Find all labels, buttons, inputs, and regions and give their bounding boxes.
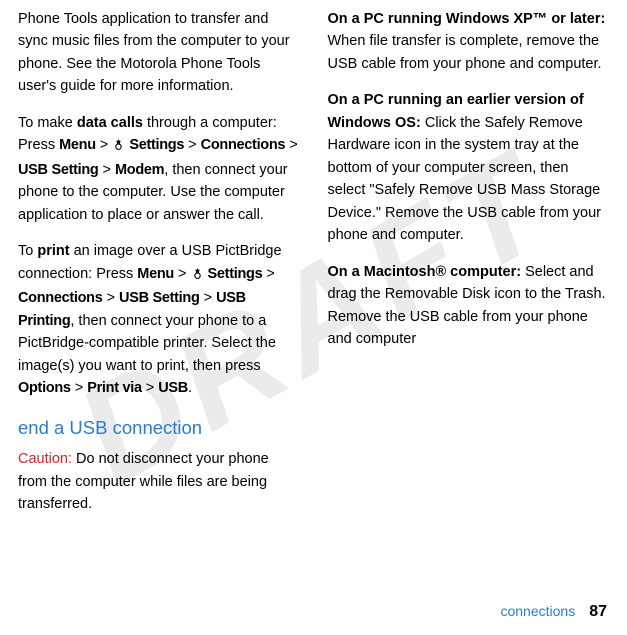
gt: > bbox=[107, 290, 115, 306]
usb-label: USB bbox=[158, 380, 188, 396]
settings-label: Settings bbox=[129, 137, 184, 153]
data-calls-bold: data calls bbox=[77, 115, 143, 131]
xp-paragraph: On a PC running Windows XP™ or later: Wh… bbox=[328, 8, 610, 75]
intro-paragraph: Phone Tools application to transfer and … bbox=[18, 8, 300, 98]
left-column: Phone Tools application to transfer and … bbox=[18, 8, 300, 582]
text: To bbox=[18, 243, 37, 259]
print-paragraph: To print an image over a USB PictBridge … bbox=[18, 240, 300, 399]
usb-setting-label: USB Setting bbox=[18, 162, 98, 178]
earlier-paragraph: On a PC running an earlier version of Wi… bbox=[328, 89, 610, 246]
footer-section-label: connections bbox=[500, 603, 575, 619]
gt: > bbox=[100, 137, 108, 153]
text: Click the Safely Remove Hardware icon in… bbox=[328, 115, 602, 243]
caution-paragraph: Caution: Do not disconnect your phone fr… bbox=[18, 448, 300, 515]
connections-label: Connections bbox=[18, 290, 103, 306]
text: To make bbox=[18, 115, 77, 131]
gt: > bbox=[188, 137, 196, 153]
page-footer: connections 87 bbox=[500, 603, 607, 621]
usb-setting-label: USB Setting bbox=[119, 290, 199, 306]
settings-icon bbox=[112, 136, 125, 158]
gt: > bbox=[204, 290, 212, 306]
mac-bold: On a Macintosh® computer: bbox=[328, 264, 522, 280]
modem-label: Modem bbox=[115, 162, 164, 178]
settings-label: Settings bbox=[208, 266, 263, 282]
gt: > bbox=[266, 266, 274, 282]
gt: > bbox=[146, 380, 154, 396]
footer-page-number: 87 bbox=[589, 603, 607, 620]
right-column: On a PC running Windows XP™ or later: Wh… bbox=[328, 8, 610, 582]
options-label: Options bbox=[18, 380, 71, 396]
caution-label: Caution: bbox=[18, 451, 72, 467]
datacalls-paragraph: To make data calls through a computer: P… bbox=[18, 112, 300, 226]
mac-paragraph: On a Macintosh® computer: Select and dra… bbox=[328, 261, 610, 351]
connections-label: Connections bbox=[201, 137, 286, 153]
print-bold: print bbox=[37, 243, 69, 259]
gt: > bbox=[289, 137, 297, 153]
text: . bbox=[188, 380, 192, 396]
settings-icon bbox=[191, 265, 204, 287]
gt: > bbox=[178, 266, 186, 282]
print-via-label: Print via bbox=[87, 380, 142, 396]
section-heading: end a USB connection bbox=[18, 414, 300, 443]
xp-bold: On a PC running Windows XP™ or later: bbox=[328, 11, 606, 27]
gt: > bbox=[75, 380, 83, 396]
menu-label: Menu bbox=[137, 266, 174, 282]
menu-label: Menu bbox=[59, 137, 96, 153]
page-content: Phone Tools application to transfer and … bbox=[0, 0, 627, 582]
gt: > bbox=[103, 162, 111, 178]
text: When file transfer is complete, remove t… bbox=[328, 33, 602, 71]
